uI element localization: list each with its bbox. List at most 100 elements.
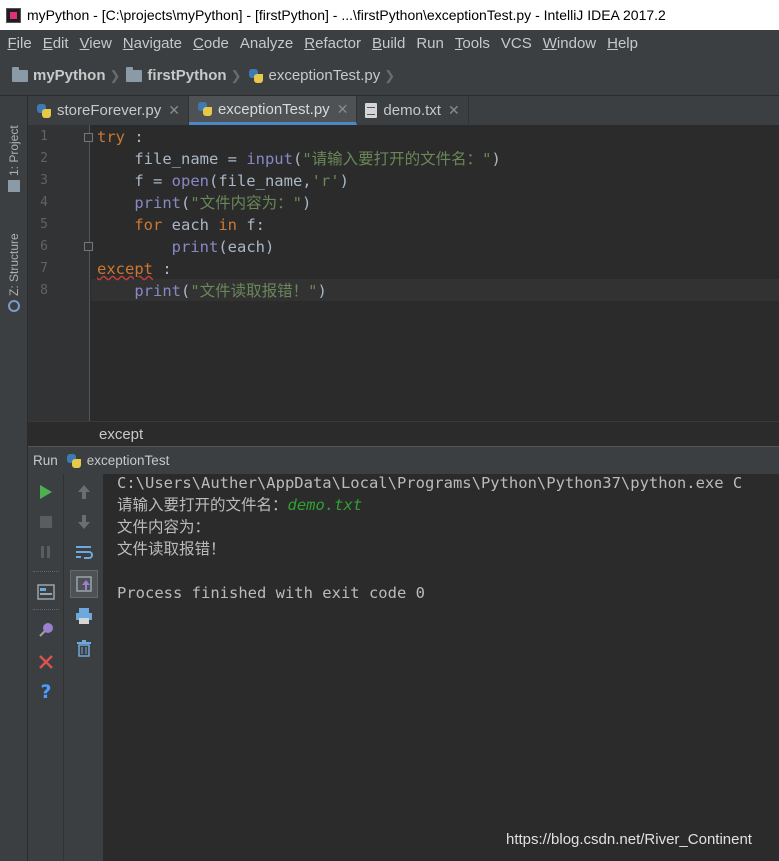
line-number: 4 [40,195,48,210]
pin-icon [39,623,53,637]
chevron-right-icon: ❯ [109,67,121,83]
arrow-up-icon [78,485,90,499]
editor-breadcrumb[interactable]: except [28,421,779,446]
pin-tab-button[interactable] [34,618,58,642]
menu-view[interactable]: View [74,35,117,52]
code-line-7: except : [97,260,172,278]
run-config-name[interactable]: exceptionTest [87,453,170,468]
title-bar: myPython - [C:\projects\myPython] - [fir… [0,0,779,30]
wrap-icon [76,546,93,559]
scroll-down-button[interactable] [72,510,96,534]
editor-tab-bar: storeForever.py ✕ exceptionTest.py ✕ dem… [28,96,779,125]
console-prompt-line: 请输入要打开的文件名：demo.txt [117,496,363,514]
run-console-output[interactable]: C:\Users\Auther\AppData\Local\Programs\P… [104,474,779,861]
console-output-line: 文件内容为： [117,518,211,536]
scroll-up-button[interactable] [72,480,96,504]
arrow-down-icon [78,515,90,529]
fold-marker-icon[interactable] [84,242,93,251]
soft-wrap-button[interactable] [72,540,96,564]
python-file-icon [36,103,52,119]
menu-code[interactable]: Code [188,35,235,52]
close-run-button[interactable] [34,650,58,674]
rerun-button[interactable] [34,480,58,504]
structure-tool-tab[interactable]: Z: Structure [3,218,25,316]
left-tool-strip: 1: Project Z: Structure [0,96,28,861]
code-line-6: print(each) [171,238,275,256]
help-icon[interactable]: ? [34,680,58,704]
nav-module[interactable]: firstPython [126,66,227,84]
close-icon[interactable]: ✕ [337,101,349,118]
run-panel-header: Run exceptionTest [28,446,779,474]
close-icon [39,655,53,669]
menu-tools[interactable]: Tools [449,35,495,52]
menu-vcs[interactable]: VCS [495,35,537,52]
menu-file[interactable]: File [2,35,37,52]
line-number: 6 [40,239,48,254]
code-line-3: f = open(file_name,'r') [97,172,349,190]
warning-squiggle: except [97,260,153,278]
python-run-config-icon [66,453,82,469]
menu-refactor[interactable]: Refactor [299,35,367,52]
console-exit-line: Process finished with exit code 0 [117,584,425,602]
console-command-line: C:\Users\Auther\AppData\Local\Programs\P… [117,474,743,492]
code-line-2: file_name = input("请输入要打开的文件名：") [97,150,501,168]
layout-icon [37,584,55,600]
pause-icon [41,546,50,558]
trash-icon [77,640,91,657]
console-user-input: demo.txt [287,496,363,514]
nav-file[interactable]: exceptionTest.py [248,67,380,84]
code-line-5: for each in f: [134,216,265,234]
menu-navigate[interactable]: Navigate [117,35,187,52]
scroll-to-end-button[interactable] [70,570,98,598]
code-line-1: try : [97,128,144,146]
project-folder-icon [12,66,28,82]
close-icon[interactable]: ✕ [168,102,180,119]
nav-project[interactable]: myPython [12,66,106,84]
menu-window[interactable]: Window [537,35,601,52]
stop-button[interactable] [34,510,58,534]
stop-icon [40,516,52,528]
code-line-8: print("文件读取报错！") [134,282,327,300]
project-tool-tab[interactable]: 1: Project [3,110,25,196]
menu-help[interactable]: Help [602,35,644,52]
code-line-4: print("文件内容为：") [134,194,312,212]
chevron-right-icon: ❯ [384,67,396,83]
intellij-app-icon [6,7,21,23]
line-number: 3 [40,173,48,188]
line-number: 7 [40,261,48,276]
line-number: 5 [40,217,48,232]
run-panel-label[interactable]: Run [33,453,58,468]
play-icon [40,485,52,499]
dump-threads-button[interactable] [34,580,58,604]
close-icon[interactable]: ✕ [448,102,460,119]
watermark-url: https://blog.csdn.net/River_Continent [506,831,752,848]
python-file-icon [248,68,264,84]
line-number: 2 [40,151,48,166]
python-file-icon [197,101,213,117]
scroll-end-icon [76,576,92,592]
menu-analyze[interactable]: Analyze [234,35,298,52]
menu-build[interactable]: Build [366,35,410,52]
printer-icon [76,608,92,624]
tab-exceptiontest[interactable]: exceptionTest.py ✕ [188,96,358,125]
toolbar-separator [33,609,59,610]
toolbar-separator [33,571,59,572]
menu-run[interactable]: Run [411,35,450,52]
run-toolbar-secondary [64,474,104,861]
tab-demo-txt[interactable]: demo.txt ✕ [357,96,469,125]
chevron-right-icon: ❯ [230,67,242,83]
line-number-gutter: 1 2 3 4 5 6 7 8 [28,125,93,421]
fold-marker-icon[interactable] [84,133,93,142]
window-title: myPython - [C:\projects\myPython] - [fir… [27,7,666,23]
tab-storeforever[interactable]: storeForever.py ✕ [28,96,189,125]
module-folder-icon [126,66,143,82]
project-icon [8,180,20,192]
menu-edit[interactable]: Edit [37,35,74,52]
code-editor[interactable]: 1 2 3 4 5 6 7 8 try : file_name = input(… [28,125,779,421]
text-file-icon [365,103,378,118]
print-button[interactable] [72,604,96,628]
console-output-line: 文件读取报错！ [117,540,226,558]
pause-button[interactable] [34,540,58,564]
line-number: 1 [40,129,48,144]
clear-all-button[interactable] [72,636,96,660]
